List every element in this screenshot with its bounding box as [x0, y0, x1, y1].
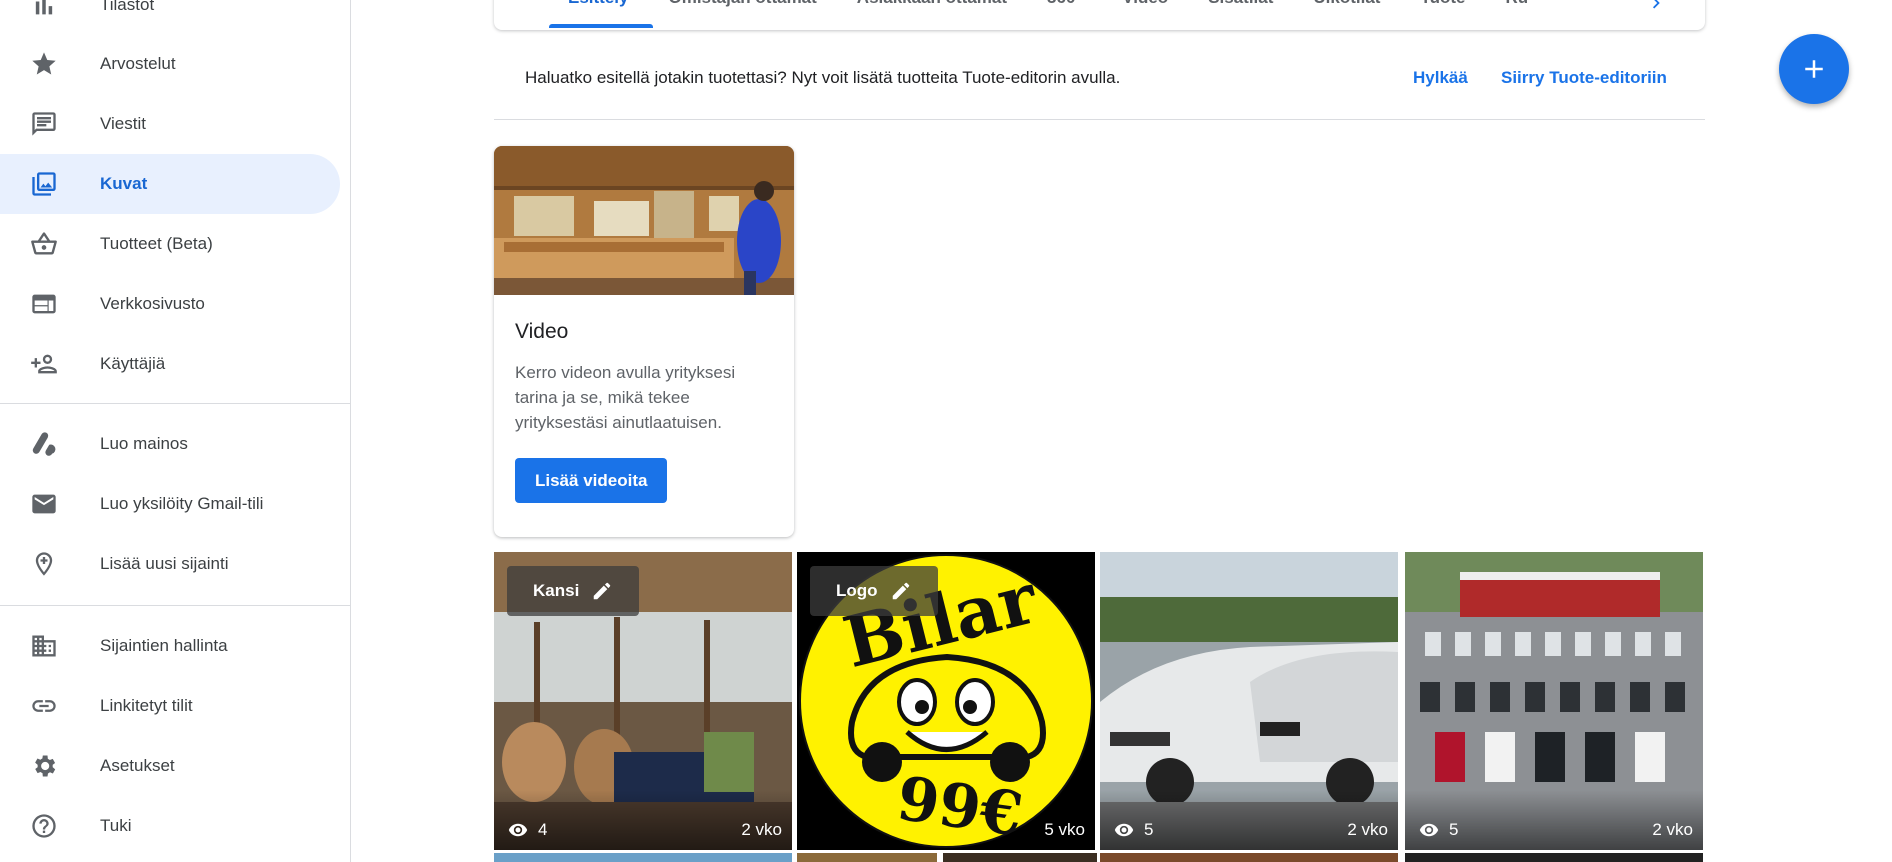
sidebar-item-label: Kuvat	[100, 174, 148, 193]
add-videos-button[interactable]: Lisää videoita	[515, 458, 668, 503]
sidebar-item-tilastot[interactable]: Tilastot	[0, 0, 340, 35]
sidebar-item-label: Tilastot	[100, 0, 155, 14]
photo-age: 5 vko	[1044, 820, 1085, 839]
views-value: 5	[1449, 820, 1459, 839]
sidebar-item-label: Käyttäjiä	[100, 354, 166, 373]
sidebar-item-label: Arvostelut	[100, 54, 176, 73]
sidebar-item-label: Verkkosivusto	[100, 294, 205, 313]
basket-icon	[30, 230, 58, 258]
sidebar-item-label: Luo yksilöity Gmail-tili	[100, 494, 264, 513]
sidebar-item-label: Sijaintien hallinta	[100, 636, 228, 655]
photo-age: 2 vko	[1652, 820, 1693, 839]
views-count: 4	[504, 820, 547, 840]
add-location-icon	[30, 550, 58, 578]
sidebar-item-label: Viestit	[100, 114, 146, 133]
photo-tile-partial[interactable]	[797, 853, 937, 862]
video-card-title: Video	[515, 320, 569, 343]
add-photo-button[interactable]	[1779, 34, 1849, 104]
star-icon	[30, 50, 58, 78]
photo-tile-partial[interactable]	[1405, 853, 1703, 862]
sidebar-item-tuki[interactable]: Tuki	[0, 796, 340, 856]
tab-omistajan-ottamat[interactable]: Omistajan ottamat	[648, 0, 836, 26]
views-count: 5	[1415, 820, 1458, 840]
photo-tile-cover[interactable]: Kansi 4 2 vko	[494, 552, 792, 850]
tab-360[interactable]: 360°	[1027, 0, 1102, 26]
tab-sisatilat[interactable]: Sisätilat	[1188, 0, 1293, 26]
views-value: 4	[538, 820, 548, 839]
photo-tile-partial[interactable]	[943, 853, 1097, 862]
sidebar-item-kuvat[interactable]: Kuvat	[0, 154, 340, 214]
link-icon	[30, 692, 58, 720]
eye-icon	[1419, 823, 1439, 837]
dismiss-button[interactable]: Hylkää	[1413, 68, 1468, 88]
tab-asiakkaan-ottamat[interactable]: Asiakkaan ottamat	[837, 0, 1027, 26]
sidebar-item-label: Linkitetyt tilit	[100, 696, 193, 715]
help-icon	[30, 812, 58, 840]
product-editor-banner: Haluatko esitellä jotakin tuotettasi? Ny…	[494, 40, 1705, 120]
message-icon	[30, 110, 58, 138]
banner-message: Haluatko esitellä jotakin tuotettasi? Ny…	[525, 68, 1121, 87]
sidebar-item-label: Tuki	[100, 816, 132, 835]
web-icon	[30, 290, 58, 318]
bar-chart-icon	[30, 0, 58, 19]
chip-label: Kansi	[533, 581, 580, 600]
sidebar: Tilastot Arvostelut Viestit Kuvat Tuotte…	[0, 0, 351, 862]
tab-video[interactable]: Video	[1102, 0, 1188, 26]
plus-icon	[1805, 60, 1823, 78]
tab-ulkotilat[interactable]: Ulkotilat	[1293, 0, 1400, 26]
logo-label-chip[interactable]: Logo	[810, 566, 938, 616]
tab-esittely[interactable]: Esittely	[548, 0, 648, 26]
sidebar-item-label: Asetukset	[100, 756, 175, 775]
sidebar-item-gmail[interactable]: Luo yksilöity Gmail-tili	[0, 474, 340, 534]
cover-label-chip[interactable]: Kansi	[507, 566, 640, 616]
video-card-description: Kerro videon avulla yrityksesi tarina ja…	[515, 363, 736, 432]
shop-interior-image	[494, 146, 794, 295]
chip-label: Logo	[836, 581, 878, 600]
building-icon	[30, 632, 58, 660]
sidebar-item-kayttajia[interactable]: Käyttäjiä	[0, 334, 340, 394]
sidebar-item-viestit[interactable]: Viestit	[0, 94, 340, 154]
photo-age: 2 vko	[1347, 820, 1388, 839]
sidebar-divider	[0, 605, 351, 606]
ads-icon	[30, 430, 58, 458]
sidebar-item-verkkosivusto[interactable]: Verkkosivusto	[0, 274, 340, 334]
video-card: Video Kerro videon avulla yrityksesi tar…	[494, 146, 794, 537]
photo-tile-parking-lot[interactable]: 5 2 vko	[1405, 552, 1703, 850]
active-tab-indicator	[549, 24, 653, 28]
pencil-icon	[594, 582, 611, 600]
sidebar-item-linkitetyt-tilit[interactable]: Linkitetyt tilit	[0, 676, 340, 736]
chevron-right-icon[interactable]	[1646, 0, 1668, 14]
settings-icon	[30, 752, 58, 780]
sidebar-item-sijaintien-hallinta[interactable]: Sijaintien hallinta	[0, 616, 340, 676]
tab-tuote[interactable]: Tuote	[1400, 0, 1485, 26]
photo-tile-partial[interactable]	[494, 853, 792, 862]
sidebar-divider	[0, 403, 351, 404]
photo-age: 2 vko	[741, 820, 782, 839]
go-to-product-editor-link[interactable]: Siirry Tuote-editoriin	[1501, 68, 1667, 88]
sidebar-item-tuotteet[interactable]: Tuotteet (Beta)	[0, 214, 340, 274]
photo-tile-logo[interactable]: Bilar 99€ Logo 5 vko	[797, 552, 1095, 850]
photo-tile-cars[interactable]: 5 2 vko	[1100, 552, 1398, 850]
sidebar-item-arvostelut[interactable]: Arvostelut	[0, 34, 340, 94]
sidebar-item-lisaa-sijainti[interactable]: Lisää uusi sijainti	[0, 534, 340, 594]
sidebar-item-label: Lisää uusi sijainti	[100, 554, 229, 573]
eye-icon	[508, 823, 528, 837]
sidebar-item-label: Tuotteet (Beta)	[100, 234, 213, 253]
pencil-icon	[892, 582, 909, 600]
mail-icon	[30, 490, 58, 518]
sidebar-item-luo-mainos[interactable]: Luo mainos	[0, 414, 340, 474]
eye-icon	[1114, 823, 1134, 837]
add-person-icon	[30, 350, 58, 378]
photo-category-tabs: Esittely Omistajan ottamat Asiakkaan ott…	[494, 0, 1705, 30]
photo-library-icon	[30, 170, 58, 198]
views-count: 5	[1110, 820, 1153, 840]
views-value: 5	[1144, 820, 1154, 839]
sidebar-item-label: Luo mainos	[100, 434, 188, 453]
tab-ru[interactable]: Ru	[1485, 0, 1548, 26]
photo-tile-partial[interactable]	[1100, 853, 1398, 862]
sidebar-item-asetukset[interactable]: Asetukset	[0, 736, 340, 796]
